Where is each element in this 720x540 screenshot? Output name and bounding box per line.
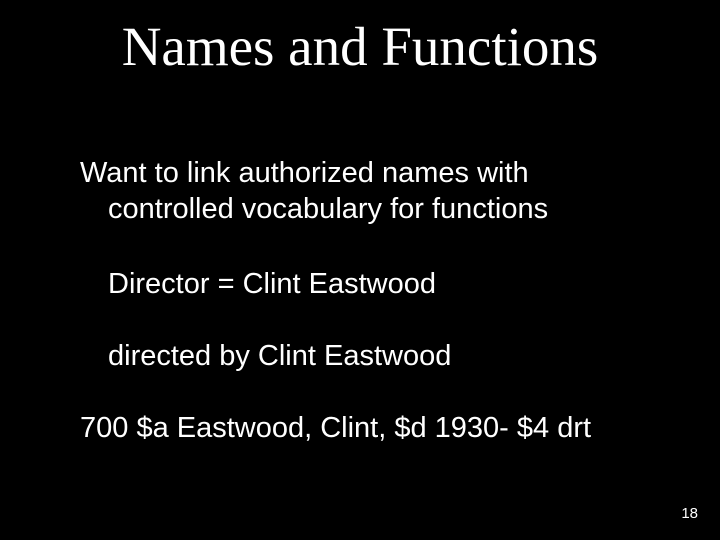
intro-line-2: controlled vocabulary for functions — [80, 191, 660, 227]
page-number: 18 — [681, 505, 698, 522]
example-directed-by: directed by Clint Eastwood — [108, 340, 451, 373]
intro-line-1: Want to link authorized names with — [80, 155, 660, 191]
marc-field: 700 $a Eastwood, Clint, $d 1930- $4 drt — [80, 412, 591, 445]
intro-text: Want to link authorized names with contr… — [80, 155, 660, 228]
slide: Names and Functions Want to link authori… — [0, 0, 720, 540]
slide-title: Names and Functions — [0, 18, 720, 76]
example-director: Director = Clint Eastwood — [108, 268, 436, 301]
